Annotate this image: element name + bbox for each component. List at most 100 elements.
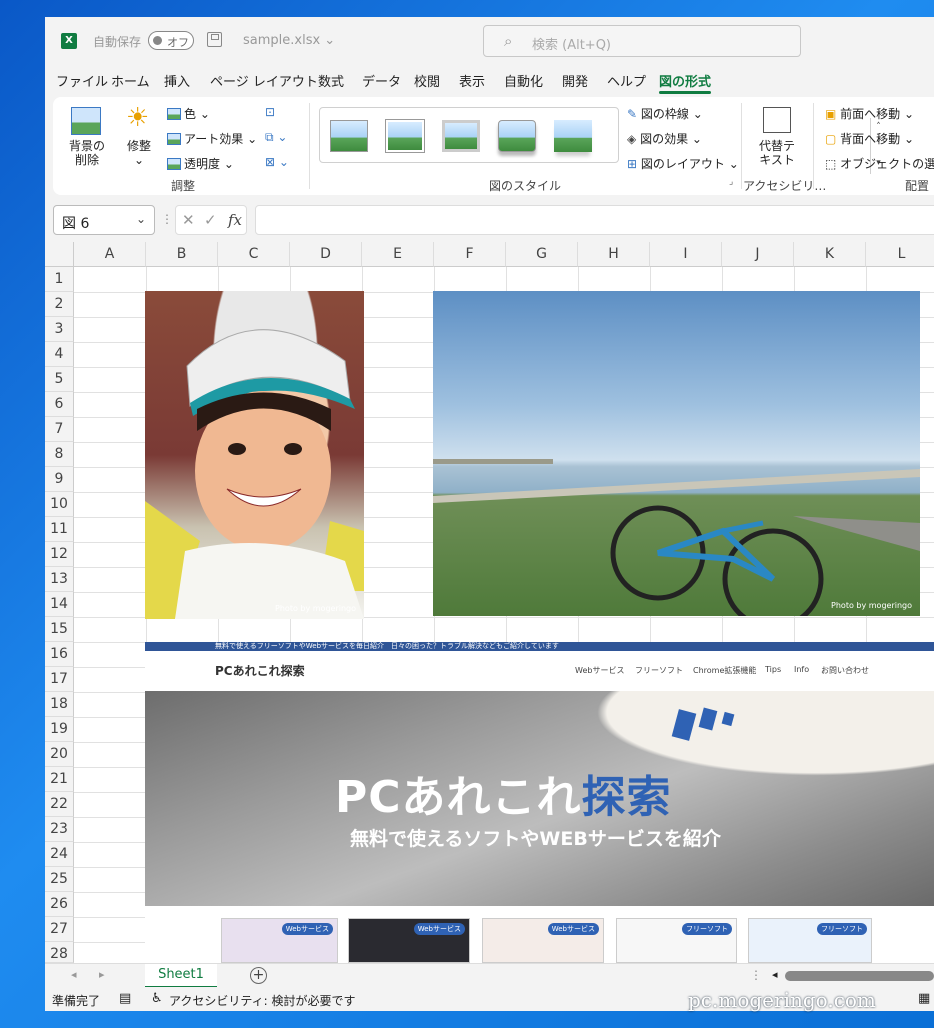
- name-box[interactable]: 図 6 ⌄: [53, 205, 155, 235]
- row-header[interactable]: 28: [45, 942, 74, 963]
- search-box[interactable]: ⌕ 検索 (Alt+Q): [483, 25, 801, 57]
- row-header[interactable]: 15: [45, 617, 74, 642]
- add-sheet-icon[interactable]: +: [250, 967, 267, 984]
- save-icon[interactable]: [207, 32, 222, 47]
- transparency-button[interactable]: 透明度 ⌄: [167, 155, 234, 172]
- picture-border-button[interactable]: ✎ 図の枠線 ⌄: [627, 105, 703, 122]
- column-header[interactable]: G: [506, 242, 578, 267]
- column-header[interactable]: L: [866, 242, 934, 267]
- reset-picture-icon[interactable]: ⊠ ⌄: [265, 155, 289, 169]
- tab-review[interactable]: 校閲: [414, 71, 440, 90]
- column-header[interactable]: A: [74, 242, 146, 267]
- sheet-tab[interactable]: Sheet1: [145, 964, 217, 988]
- picture-style-thumb[interactable]: [554, 120, 592, 152]
- worksheet-grid[interactable]: A B C D E F G H I J K L 1 2 3 4 5 6 7 8 …: [45, 242, 934, 963]
- row-header[interactable]: 13: [45, 567, 74, 592]
- row-header[interactable]: 16: [45, 642, 74, 667]
- excel-logo-icon[interactable]: X: [61, 33, 77, 49]
- alt-text-icon[interactable]: [763, 107, 791, 133]
- row-header[interactable]: 22: [45, 792, 74, 817]
- row-header[interactable]: 5: [45, 367, 74, 392]
- picture-effects-button[interactable]: ◈ 図の効果 ⌄: [627, 130, 702, 147]
- corrections-icon[interactable]: ☀: [126, 103, 149, 133]
- tab-view[interactable]: 表示: [459, 71, 485, 90]
- row-header[interactable]: 9: [45, 467, 74, 492]
- color-button[interactable]: 色 ⌄: [167, 105, 210, 122]
- tab-formulas[interactable]: 数式: [318, 71, 344, 90]
- prev-sheet-icon[interactable]: ◂: [71, 968, 77, 981]
- row-header[interactable]: 3: [45, 317, 74, 342]
- bicycle-photo[interactable]: Photo by mogeringo: [433, 291, 920, 616]
- row-header[interactable]: 27: [45, 917, 74, 942]
- enter-icon[interactable]: ✓: [204, 211, 217, 229]
- normal-view-icon[interactable]: ▦: [918, 991, 930, 1006]
- row-header[interactable]: 25: [45, 867, 74, 892]
- website-screenshot[interactable]: 無料で使えるフリーソフトやWebサービスを毎日紹介 日々の困った？トラブル解決な…: [145, 642, 934, 963]
- tab-data[interactable]: データ: [362, 71, 401, 90]
- row-header[interactable]: 21: [45, 767, 74, 792]
- change-picture-icon[interactable]: ⧉ ⌄: [265, 130, 287, 145]
- accessibility-icon[interactable]: ♿: [151, 991, 163, 1006]
- send-backward-button[interactable]: ▢ 背面へ移動 ⌄: [825, 130, 914, 147]
- autosave-toggle[interactable]: オフ: [148, 31, 194, 50]
- file-name[interactable]: sample.xlsx ⌄: [243, 33, 335, 48]
- row-header[interactable]: 12: [45, 542, 74, 567]
- dialog-launcher-icon[interactable]: ⌟: [729, 177, 733, 187]
- row-header[interactable]: 24: [45, 842, 74, 867]
- boy-photo[interactable]: Photo by mogeringo: [145, 291, 364, 619]
- tab-insert[interactable]: 挿入: [164, 71, 190, 90]
- column-header[interactable]: K: [794, 242, 866, 267]
- column-header[interactable]: E: [362, 242, 434, 267]
- tab-help[interactable]: ヘルプ: [607, 71, 646, 90]
- row-header[interactable]: 26: [45, 892, 74, 917]
- column-header[interactable]: F: [434, 242, 506, 267]
- picture-style-thumb[interactable]: [330, 120, 368, 152]
- bring-forward-button[interactable]: ▣ 前面へ移動 ⌄: [825, 105, 914, 122]
- column-header[interactable]: B: [146, 242, 218, 267]
- remove-background-button[interactable]: 背景の 削除: [69, 139, 105, 167]
- artistic-effects-button[interactable]: アート効果 ⌄: [167, 130, 257, 147]
- row-header[interactable]: 2: [45, 292, 74, 317]
- row-header[interactable]: 10: [45, 492, 74, 517]
- corrections-button[interactable]: 修整 ⌄: [127, 139, 151, 167]
- tab-file[interactable]: ファイル: [56, 71, 108, 90]
- cancel-icon[interactable]: ✕: [182, 211, 195, 229]
- row-header[interactable]: 18: [45, 692, 74, 717]
- row-header[interactable]: 4: [45, 342, 74, 367]
- tab-home[interactable]: ホーム: [111, 71, 150, 90]
- horizontal-scrollbar[interactable]: [785, 971, 934, 981]
- next-sheet-icon[interactable]: ▸: [99, 968, 105, 981]
- formula-input[interactable]: [255, 205, 934, 235]
- row-header[interactable]: 11: [45, 517, 74, 542]
- select-all-corner[interactable]: [45, 242, 74, 267]
- tab-developer[interactable]: 開発: [562, 71, 588, 90]
- picture-style-thumb[interactable]: [386, 120, 424, 152]
- row-header[interactable]: 19: [45, 717, 74, 742]
- column-header[interactable]: D: [290, 242, 362, 267]
- row-header[interactable]: 1: [45, 267, 74, 292]
- picture-styles-gallery[interactable]: ˄ ˅ ▾: [319, 107, 881, 174]
- row-header[interactable]: 17: [45, 667, 74, 692]
- tab-page-layout[interactable]: ページ レイアウト: [210, 71, 318, 90]
- column-header[interactable]: J: [722, 242, 794, 267]
- alt-text-button[interactable]: 代替テ キスト: [759, 139, 795, 167]
- column-header[interactable]: H: [578, 242, 650, 267]
- row-header[interactable]: 14: [45, 592, 74, 617]
- row-header[interactable]: 7: [45, 417, 74, 442]
- column-header[interactable]: C: [218, 242, 290, 267]
- tab-automate[interactable]: 自動化: [504, 71, 543, 90]
- picture-style-thumb[interactable]: [442, 120, 480, 152]
- tab-picture-format[interactable]: 図の形式: [659, 71, 712, 94]
- selection-pane-button[interactable]: ⬚ オブジェクトの選択と: [825, 155, 934, 172]
- row-header[interactable]: 20: [45, 742, 74, 767]
- row-header[interactable]: 23: [45, 817, 74, 842]
- column-header[interactable]: I: [650, 242, 722, 267]
- scroll-left-icon[interactable]: ◂: [772, 968, 778, 981]
- splitter-icon[interactable]: ⋮: [750, 968, 762, 982]
- picture-layout-button[interactable]: ⊞ 図のレイアウト ⌄: [627, 155, 739, 172]
- remove-background-icon[interactable]: [71, 107, 101, 135]
- macro-record-icon[interactable]: ▤: [119, 991, 131, 1006]
- row-header[interactable]: 8: [45, 442, 74, 467]
- fx-icon[interactable]: fx: [228, 211, 242, 229]
- accessibility-status[interactable]: アクセシビリティ: 検討が必要です: [169, 992, 356, 1009]
